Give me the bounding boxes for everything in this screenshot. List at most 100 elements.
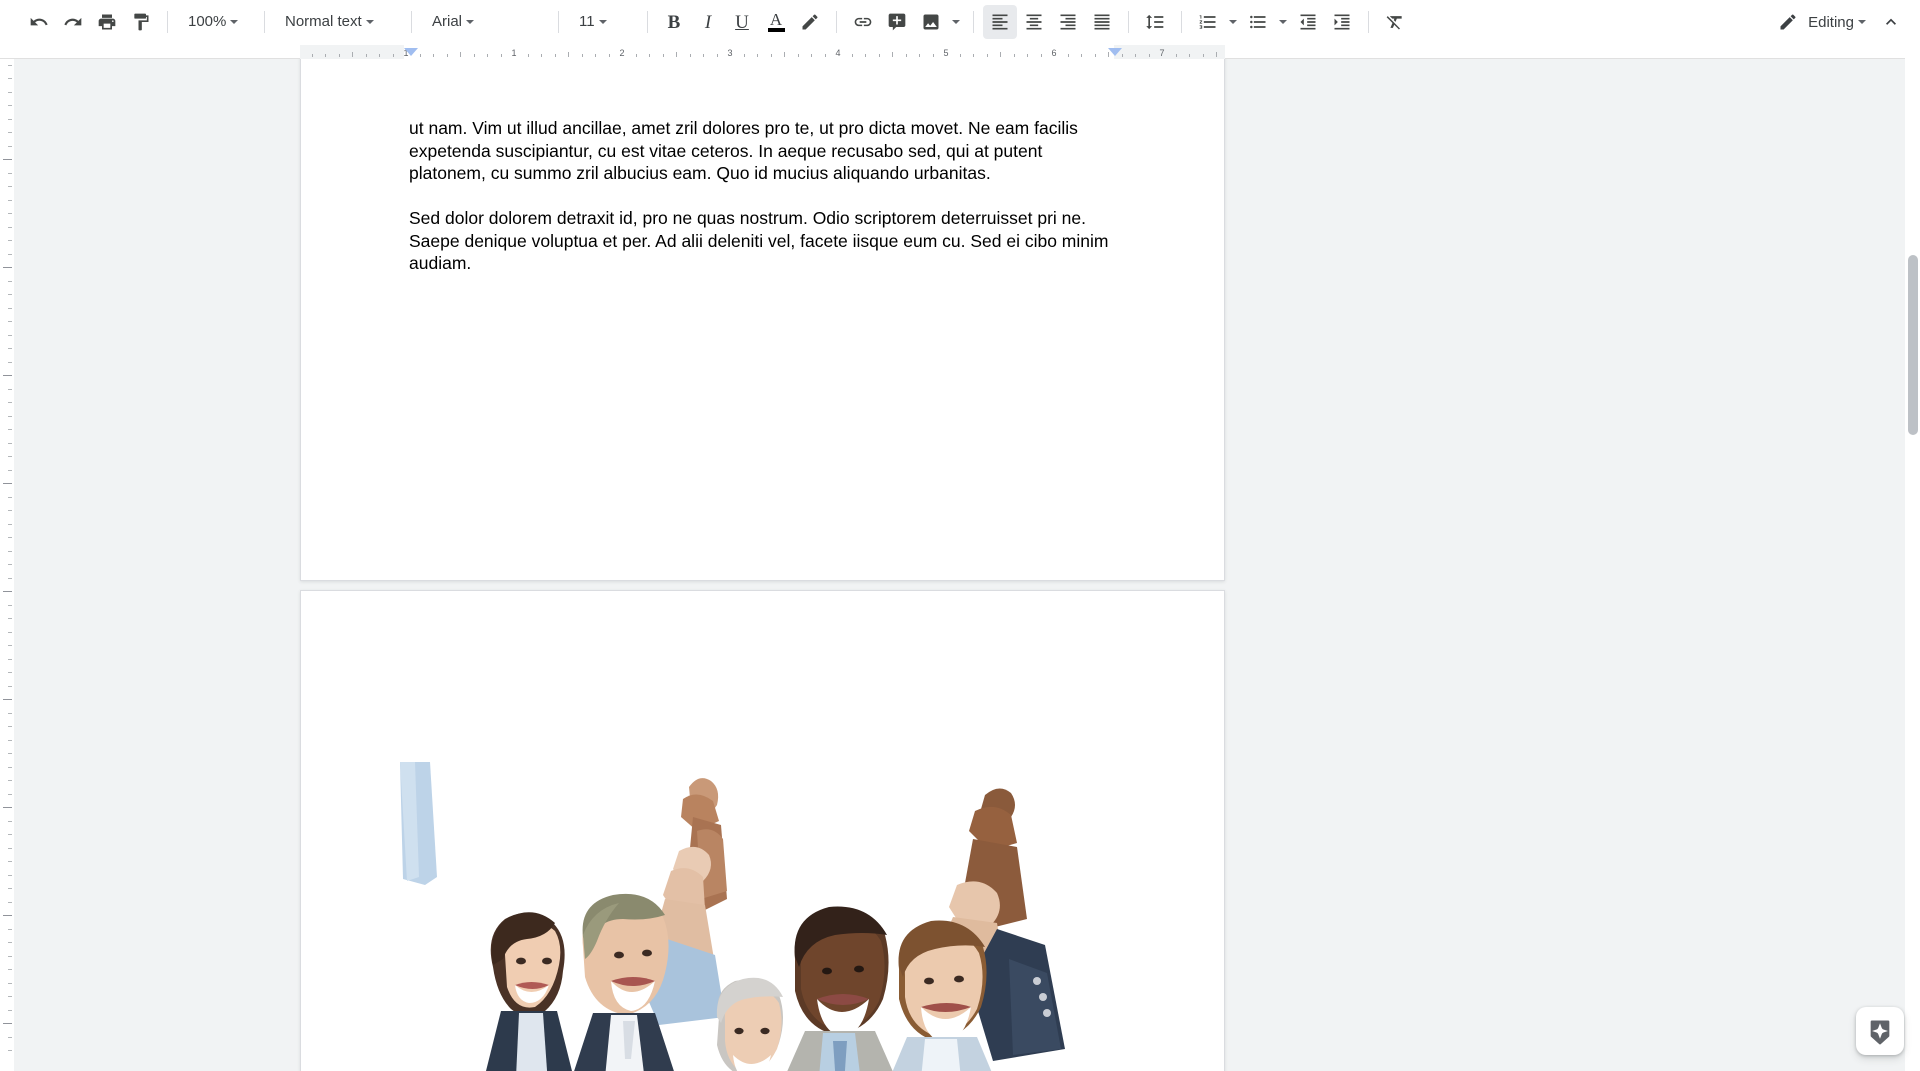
- vertical-ruler-tick: [8, 969, 12, 970]
- insert-image-button[interactable]: [914, 5, 948, 39]
- document-image[interactable]: [397, 759, 1102, 1071]
- ruler-tick: [527, 54, 529, 57]
- ruler-tick: [460, 52, 461, 57]
- ruler-tick: [1013, 54, 1015, 57]
- ruler-tick: [1081, 54, 1082, 57]
- redo-button[interactable]: [56, 5, 90, 39]
- ruler-tick: [608, 54, 610, 57]
- vertical-ruler-tick: [8, 429, 12, 430]
- numbered-list-button[interactable]: [1191, 5, 1225, 39]
- pencil-icon: [1780, 14, 1796, 30]
- ruler-track[interactable]: 11234567: [300, 45, 1225, 59]
- toolbar-separator: [264, 11, 265, 33]
- decrease-indent-button[interactable]: [1291, 5, 1325, 39]
- vertical-ruler-tick: [8, 955, 12, 957]
- chevron-down-icon[interactable]: [226, 7, 242, 37]
- font-size-selector[interactable]: 11: [568, 6, 638, 38]
- redo-icon: [64, 17, 82, 26]
- vertical-ruler-tick: [3, 483, 12, 484]
- print-button[interactable]: [90, 5, 124, 39]
- ruler-tick: [541, 54, 542, 57]
- bold-button[interactable]: B: [657, 5, 691, 39]
- gemini-assistant-button[interactable]: [1856, 1007, 1904, 1055]
- vertical-ruler-tick: [8, 847, 12, 849]
- document-canvas[interactable]: ut nam. Vim ut illud ancillae, amet zril…: [14, 59, 1906, 1071]
- line-spacing-button[interactable]: [1138, 5, 1172, 39]
- italic-button[interactable]: I: [691, 5, 725, 39]
- ruler-tick: [905, 54, 907, 57]
- vertical-ruler-tick: [8, 253, 12, 255]
- document-page-1[interactable]: ut nam. Vim ut illud ancillae, amet zril…: [300, 59, 1225, 581]
- collapse-menus-button[interactable]: [1874, 5, 1908, 39]
- align-justify-button[interactable]: [1085, 5, 1119, 39]
- paragraph-style-selector[interactable]: Normal text: [274, 6, 402, 38]
- right-indent-marker[interactable]: [1108, 48, 1122, 56]
- ruler-tick: [365, 54, 367, 57]
- bulleted-list-chevron-down-icon[interactable]: [1275, 7, 1291, 37]
- ruler-tick: [1189, 54, 1190, 57]
- vertical-ruler-tick: [8, 213, 12, 214]
- toolbar-separator: [1368, 11, 1369, 33]
- ruler-tick: [1148, 54, 1150, 57]
- clear-formatting-button[interactable]: [1378, 5, 1412, 39]
- chevron-down-icon[interactable]: [462, 7, 478, 37]
- ruler-tick: [986, 54, 988, 57]
- increase-indent-button[interactable]: [1325, 5, 1359, 39]
- vertical-scrollbar-track[interactable]: [1905, 45, 1920, 1071]
- chevron-down-icon[interactable]: [595, 7, 611, 37]
- toolbar-separator: [1128, 11, 1129, 33]
- image-options-chevron-down-icon[interactable]: [948, 7, 964, 37]
- vertical-ruler-tick: [8, 712, 12, 714]
- vertical-ruler-tick: [8, 874, 12, 876]
- vertical-ruler: [0, 59, 14, 1071]
- undo-button[interactable]: [22, 5, 56, 39]
- horizontal-ruler: 11234567: [0, 45, 1920, 59]
- line-spacing-icon: [1146, 14, 1164, 30]
- ruler-number: 5: [943, 48, 949, 58]
- comment-plus-icon: [888, 13, 906, 31]
- ruler-tick: [919, 54, 920, 57]
- ruler-number: 4: [835, 48, 841, 58]
- editing-mode-button[interactable]: Editing: [1770, 5, 1874, 39]
- bulleted-list-button[interactable]: [1241, 5, 1275, 39]
- paint-format-button[interactable]: [124, 5, 158, 39]
- editing-mode-chevron-down-icon[interactable]: [1854, 7, 1870, 37]
- paint-format-icon: [134, 13, 149, 31]
- vertical-ruler-tick: [8, 186, 12, 187]
- underline-button[interactable]: U: [725, 5, 759, 39]
- ruler-tick: [770, 54, 772, 57]
- zoom-selector[interactable]: 100%: [177, 6, 255, 38]
- ruler-tick: [689, 54, 691, 57]
- paragraph-text[interactable]: Sed dolor dolorem detraxit id, pro ne qu…: [409, 207, 1119, 275]
- align-left-button[interactable]: [983, 5, 1017, 39]
- align-center-button[interactable]: [1017, 5, 1051, 39]
- vertical-ruler-tick: [8, 996, 12, 997]
- document-page-2[interactable]: [300, 590, 1225, 1071]
- ruler-tick: [311, 54, 313, 57]
- add-comment-button[interactable]: [880, 5, 914, 39]
- highlight-color-button[interactable]: [793, 5, 827, 39]
- ruler-tick: [865, 54, 866, 57]
- ruler-tick: [446, 54, 448, 57]
- left-indent-marker[interactable]: [404, 48, 418, 56]
- vertical-ruler-tick: [8, 496, 12, 498]
- vertical-ruler-tick: [8, 91, 12, 93]
- vertical-scrollbar-thumb[interactable]: [1908, 255, 1918, 435]
- ruler-number: 6: [1051, 48, 1057, 58]
- numbered-list-chevron-down-icon[interactable]: [1225, 7, 1241, 37]
- ruler-tick: [433, 54, 434, 57]
- ruler-number: 2: [619, 48, 625, 58]
- font-family-selector[interactable]: Arial: [421, 6, 549, 38]
- ruler-tick: [703, 54, 704, 57]
- chevron-down-icon[interactable]: [362, 7, 378, 37]
- vertical-ruler-tick: [3, 375, 12, 376]
- text-color-button[interactable]: A: [759, 5, 793, 39]
- ruler-tick: [392, 54, 394, 57]
- paragraph-text[interactable]: ut nam. Vim ut illud ancillae, amet zril…: [409, 117, 1119, 185]
- toolbar-separator: [411, 11, 412, 33]
- vertical-ruler-tick: [8, 631, 12, 633]
- decrease-indent-icon: [1300, 14, 1316, 30]
- toolbar-separator: [558, 11, 559, 33]
- insert-link-button[interactable]: [846, 5, 880, 39]
- align-right-button[interactable]: [1051, 5, 1085, 39]
